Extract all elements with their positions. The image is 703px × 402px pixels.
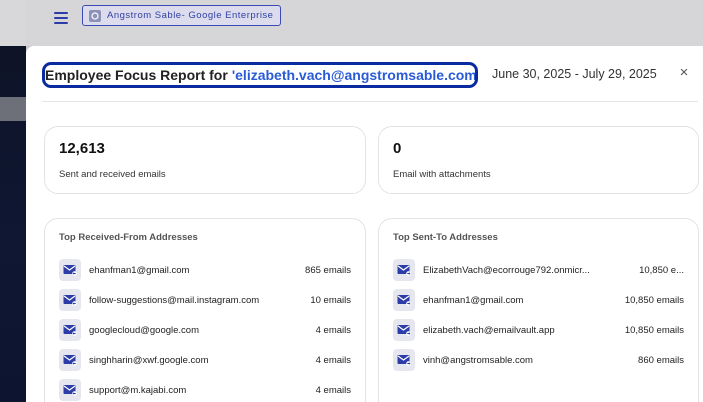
mail-sent-icon	[393, 319, 415, 341]
report-title-email: 'elizabeth.vach@angstromsable.com	[231, 67, 477, 83]
sent-received-value: 12,613	[59, 140, 105, 157]
mail-received-icon	[59, 259, 81, 281]
list-item-count: 4 emails	[315, 384, 351, 396]
list-item[interactable]: googlecloud@google.com 4 emails	[59, 315, 351, 345]
list-item-address: ehanfman1@gmail.com	[89, 264, 190, 276]
organization-icon	[89, 9, 101, 22]
list-item[interactable]: follow-suggestions@mail.instagram.com 10 …	[59, 285, 351, 315]
list-item-count: 860 emails	[638, 354, 684, 366]
received-from-list: ehanfman1@gmail.com 865 emails follow-sugg…	[59, 255, 351, 402]
org-selector[interactable]: Angstrom Sable- Google Enterprise	[82, 5, 281, 26]
background-side-panel-band	[0, 97, 26, 121]
org-selector-label: Angstrom Sable- Google Enterprise	[107, 10, 274, 21]
close-icon: ×	[679, 63, 689, 81]
list-item[interactable]: support@m.kajabi.com 4 emails	[59, 375, 351, 402]
list-item[interactable]: ehanfman1@gmail.com 865 emails	[59, 255, 351, 285]
sent-received-stat-card: 12,613 Sent and received emails	[44, 126, 366, 194]
top-received-from-card: Top Received-From Addresses ehanfman1@gm…	[44, 218, 366, 402]
mail-sent-icon	[393, 259, 415, 281]
hamburger-menu-icon[interactable]	[54, 12, 68, 24]
mail-received-icon	[59, 319, 81, 341]
report-title-prefix: Employee Focus Report for	[45, 67, 228, 83]
employee-focus-report-modal: Employee Focus Report for 'elizabeth.vac…	[26, 46, 703, 402]
list-item-count: 865 emails	[305, 264, 351, 276]
mail-received-icon	[59, 379, 81, 401]
list-item-count: 4 emails	[315, 324, 351, 336]
date-range: June 30, 2025 - July 29, 2025	[492, 67, 657, 81]
list-item-address: follow-suggestions@mail.instagram.com	[89, 294, 260, 306]
report-title: Employee Focus Report for 'elizabeth.vac…	[42, 62, 478, 88]
sent-to-list: ElizabethVach@ecorrouge792.onmicr... 10,8…	[393, 255, 684, 375]
mail-sent-icon	[393, 289, 415, 311]
sent-received-label: Sent and received emails	[59, 169, 166, 180]
list-item-count: 10,850 emails	[624, 324, 684, 336]
mail-sent-icon	[393, 349, 415, 371]
list-item[interactable]: vinh@angstromsable.com 860 emails	[393, 345, 684, 375]
list-item-count: 4 emails	[315, 354, 351, 366]
list-item-count: 10,850 emails	[624, 294, 684, 306]
list-item[interactable]: singhharin@xwf.google.com 4 emails	[59, 345, 351, 375]
list-item[interactable]: ElizabethVach@ecorrouge792.onmicr... 10,8…	[393, 255, 684, 285]
mail-received-icon	[59, 349, 81, 371]
top-received-from-title: Top Received-From Addresses	[59, 232, 198, 243]
list-item-count: 10 emails	[310, 294, 351, 306]
top-sent-to-card: Top Sent-To Addresses ElizabethVach@ecor…	[378, 218, 699, 402]
list-item-address: ElizabethVach@ecorrouge792.onmicr...	[423, 264, 590, 276]
close-button[interactable]: ×	[676, 63, 692, 81]
mail-received-icon	[59, 289, 81, 311]
attachments-label: Email with attachments	[393, 169, 491, 180]
list-item-address: singhharin@xwf.google.com	[89, 354, 209, 366]
list-item-address: ehanfman1@gmail.com	[423, 294, 524, 306]
modal-header: Employee Focus Report for 'elizabeth.vac…	[42, 46, 698, 102]
list-item-address: vinh@angstromsable.com	[423, 354, 533, 366]
attachments-value: 0	[393, 140, 402, 157]
list-item-address: elizabeth.vach@emailvault.app	[423, 324, 555, 336]
attachments-stat-card: 0 Email with attachments	[378, 126, 699, 194]
top-sent-to-title: Top Sent-To Addresses	[393, 232, 498, 243]
list-item-address: googlecloud@google.com	[89, 324, 199, 336]
list-item[interactable]: ehanfman1@gmail.com 10,850 emails	[393, 285, 684, 315]
background-side-panel	[0, 0, 26, 402]
list-item[interactable]: elizabeth.vach@emailvault.app 10,850 emai…	[393, 315, 684, 345]
list-item-address: support@m.kajabi.com	[89, 384, 187, 396]
background-side-panel-top	[0, 0, 26, 46]
list-item-count: 10,850 e...	[639, 264, 684, 276]
